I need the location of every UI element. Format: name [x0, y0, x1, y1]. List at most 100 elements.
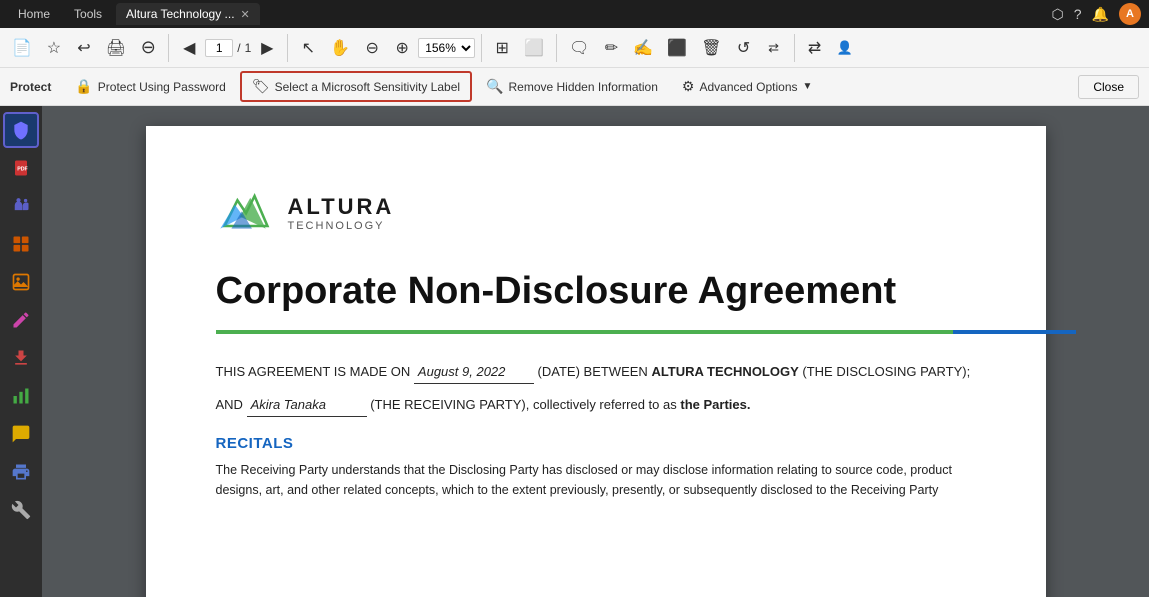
close-protect-btn[interactable]: Close [1078, 75, 1139, 99]
sign-btn[interactable]: ✍ [627, 31, 659, 65]
agreement-text-2: AND Akira Tanaka (THE RECEIVING PARTY), … [216, 394, 976, 417]
layout-icon [11, 234, 31, 254]
select-tool-btn[interactable]: ↖ [294, 31, 322, 65]
help-icon[interactable]: ? [1074, 6, 1082, 22]
divider-2 [287, 34, 288, 62]
sidebar-item-print[interactable] [3, 454, 39, 490]
toolbar: 📄 ☆ ↩ 🖨 ⊖ ◀ / 1 ▶ ↖ ✋ ⊖ ⊕ 156% 100% 75% … [0, 28, 1149, 68]
stamp-btn[interactable]: ⬛ [661, 31, 693, 65]
hand-tool-btn[interactable]: ✋ [324, 31, 356, 65]
sidebar-item-teams[interactable] [3, 188, 39, 224]
sidebar-item-tools[interactable] [3, 492, 39, 528]
share-btn[interactable]: 👤 [831, 31, 859, 65]
bell-icon[interactable]: 🔔 [1092, 6, 1109, 23]
sidebar-item-chart[interactable] [3, 378, 39, 414]
back-btn[interactable]: ↩ [70, 31, 98, 65]
print-icon [11, 462, 31, 482]
sidebar-item-comment[interactable] [3, 416, 39, 452]
sidebar-item-pdf[interactable]: PDF [3, 150, 39, 186]
sidebar-item-export[interactable] [3, 340, 39, 376]
sidebar-item-edit[interactable] [3, 302, 39, 338]
remove-hidden-btn[interactable]: 🔍 Remove Hidden Information [476, 73, 668, 100]
tab-tools[interactable]: Tools [64, 3, 112, 25]
logo-area: ALTURA TECHNOLOGY [216, 186, 976, 239]
recitals-heading: RECITALS [216, 435, 976, 452]
agreement-date-field: August 9, 2022 [414, 361, 534, 384]
divider-4 [556, 34, 557, 62]
tab-close-icon[interactable]: ✕ [241, 8, 250, 21]
company-subtitle: TECHNOLOGY [288, 220, 395, 232]
edit-icon [11, 310, 31, 330]
protect-bar: Protect 🔒 Protect Using Password 🏷 Selec… [0, 68, 1149, 106]
sidebar-item-layout[interactable] [3, 226, 39, 262]
share-icon[interactable]: ⬡ [1052, 6, 1064, 23]
tab-document[interactable]: Altura Technology ... ✕ [116, 3, 260, 25]
protect-password-label: Protect Using Password [98, 80, 226, 94]
agreement-person-field: Akira Tanaka [247, 394, 367, 417]
wrench-icon [11, 500, 31, 520]
doc-area[interactable]: ALTURA TECHNOLOGY Corporate Non-Disclosu… [42, 106, 1149, 597]
password-icon: 🔒 [75, 78, 92, 95]
main-area: PDF [0, 106, 1149, 597]
zoom-out-btn[interactable]: ⊖ [134, 31, 162, 65]
agreement-intro: THIS AGREEMENT IS MADE ON [216, 364, 411, 379]
comment-btn[interactable]: 🗨 [563, 31, 595, 65]
avatar[interactable]: A [1119, 3, 1141, 25]
page-sep: / [237, 41, 240, 55]
divider-5 [794, 34, 795, 62]
green-line [216, 330, 953, 334]
chart-icon [11, 386, 31, 406]
zoom-select[interactable]: 156% 100% 75% 50% [418, 38, 475, 58]
export-icon [11, 348, 31, 368]
title-bar: Home Tools Altura Technology ... ✕ ⬡ ? 🔔… [0, 0, 1149, 28]
sensitivity-label: Select a Microsoft Sensitivity Label [275, 80, 460, 94]
comment-icon [11, 424, 31, 444]
divider-1 [168, 34, 169, 62]
print-btn[interactable]: 🖨 [100, 31, 132, 65]
advanced-options-btn[interactable]: ⚙ Advanced Options ▼ [672, 73, 823, 100]
shield-icon [11, 120, 31, 140]
title-bar-right: ⬡ ? 🔔 A [1052, 3, 1141, 25]
zoom-minus-btn[interactable]: ⊖ [358, 31, 386, 65]
compare-btn[interactable]: ⇄ [760, 31, 788, 65]
agreement-disclosing: (THE DISCLOSING PARTY); [802, 364, 970, 379]
company-logo [216, 186, 276, 239]
sidebar: PDF [0, 106, 42, 597]
svg-text:PDF: PDF [17, 166, 28, 172]
sidebar-item-protect[interactable] [3, 112, 39, 148]
blue-line [953, 330, 1076, 334]
draw-btn[interactable]: ✏ [597, 31, 625, 65]
recitals-text: The Receiving Party understands that the… [216, 460, 976, 501]
favorite-btn[interactable]: ☆ [40, 31, 68, 65]
divider-3 [481, 34, 482, 62]
page-total: 1 [245, 41, 252, 55]
page-input[interactable] [205, 39, 233, 57]
protect-label: Protect [10, 80, 51, 94]
agreement-date-label: (DATE) BETWEEN [538, 364, 648, 379]
undo-btn[interactable]: ↺ [730, 31, 758, 65]
advanced-icon: ⚙ [682, 78, 695, 95]
agreement-company-name: ALTURA TECHNOLOGY [651, 364, 798, 379]
tab-home[interactable]: Home [8, 3, 60, 25]
crop-btn[interactable]: ⬜ [518, 31, 550, 65]
sensitivity-label-btn[interactable]: 🏷 Select a Microsoft Sensitivity Label [240, 71, 472, 102]
delete-btn[interactable]: 🗑 [695, 31, 727, 65]
document-title: Corporate Non-Disclosure Agreement [216, 269, 976, 315]
protect-password-btn[interactable]: 🔒 Protect Using Password [65, 73, 236, 100]
teams-icon [11, 196, 31, 216]
sidebar-item-image[interactable] [3, 264, 39, 300]
sensitivity-icon: 🏷 [252, 78, 270, 95]
agreement-and: AND [216, 397, 243, 412]
next-page-btn[interactable]: ▶ [253, 31, 281, 65]
pdf-icon: PDF [12, 159, 30, 177]
company-name: ALTURA [288, 194, 395, 220]
new-doc-btn[interactable]: 📄 [6, 31, 38, 65]
find-btn[interactable]: ⇄ [801, 31, 829, 65]
tab-doc-label: Altura Technology ... [126, 7, 235, 21]
agreement-text-1: THIS AGREEMENT IS MADE ON August 9, 2022… [216, 361, 976, 384]
adjust-btn[interactable]: ⊞ [488, 31, 516, 65]
advanced-label: Advanced Options [699, 80, 797, 94]
zoom-plus-btn[interactable]: ⊕ [388, 31, 416, 65]
prev-page-btn[interactable]: ◀ [175, 31, 203, 65]
logo-text-group: ALTURA TECHNOLOGY [288, 194, 395, 232]
